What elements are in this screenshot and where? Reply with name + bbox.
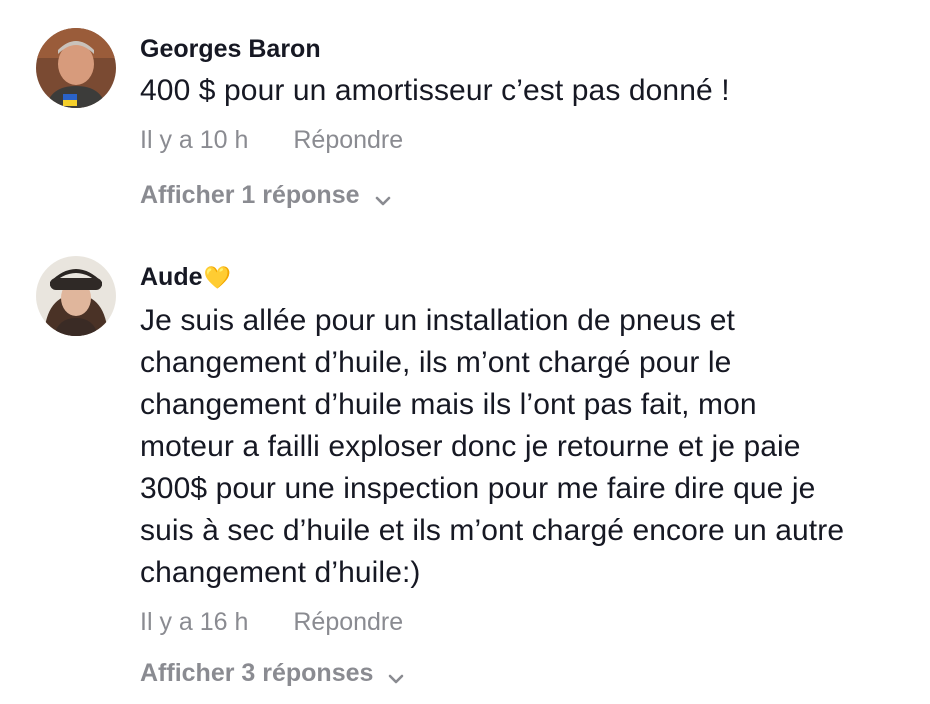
comment-body: Georges Baron 400 $ pour un amortisseur … — [140, 33, 930, 211]
avatar[interactable] — [36, 28, 116, 108]
avatar[interactable] — [36, 256, 116, 336]
author-name[interactable]: Georges Baron — [140, 35, 321, 63]
show-replies-button[interactable]: Afficher 3 réponses — [140, 657, 405, 689]
comment-line: suis à sec d’huile et ils m’ont chargé e… — [140, 514, 845, 547]
comment-line: 400 $ pour un amortisseur c’est pas donn… — [140, 74, 730, 107]
comment-text: 400 $ pour un amortisseur c’est pas donn… — [140, 70, 930, 112]
comment-timestamp: Il y a 16 h — [140, 608, 249, 636]
comment-text: Je suis allée pour un installation de pn… — [140, 300, 930, 594]
chevron-down-icon — [374, 186, 392, 206]
comment-body: Aude💛 Je suis allée pour un installation… — [140, 261, 930, 689]
comment-line: moteur a failli exploser donc je retourn… — [140, 430, 801, 463]
comment-meta: Il y a 16 h Répondre — [140, 606, 930, 638]
reply-button[interactable]: Répondre — [293, 608, 403, 636]
user-photo-icon — [36, 28, 116, 108]
comment-line: changement d’huile, ils m’ont chargé pou… — [140, 346, 732, 379]
yellow-heart-icon: 💛 — [203, 266, 231, 291]
chevron-down-icon — [387, 664, 405, 684]
show-replies-label: Afficher 1 réponse — [140, 181, 360, 209]
show-replies-button[interactable]: Afficher 1 réponse — [140, 179, 392, 211]
user-photo-icon — [36, 256, 116, 336]
comment-author[interactable]: Georges Baron — [140, 33, 930, 65]
comment-line: 300$ pour une inspection pour me faire d… — [140, 472, 816, 505]
comment-author[interactable]: Aude💛 — [140, 261, 930, 295]
comment-line: changement d’huile mais ils l’ont pas fa… — [140, 388, 757, 421]
comment-meta: Il y a 10 h Répondre — [140, 124, 930, 156]
show-replies-label: Afficher 3 réponses — [140, 659, 374, 687]
reply-button[interactable]: Répondre — [293, 126, 403, 154]
comment-line: Je suis allée pour un installation de pn… — [140, 304, 735, 337]
comment-line: changement d’huile:) — [140, 556, 421, 589]
author-name[interactable]: Aude — [140, 263, 203, 291]
comment-timestamp: Il y a 10 h — [140, 126, 249, 154]
